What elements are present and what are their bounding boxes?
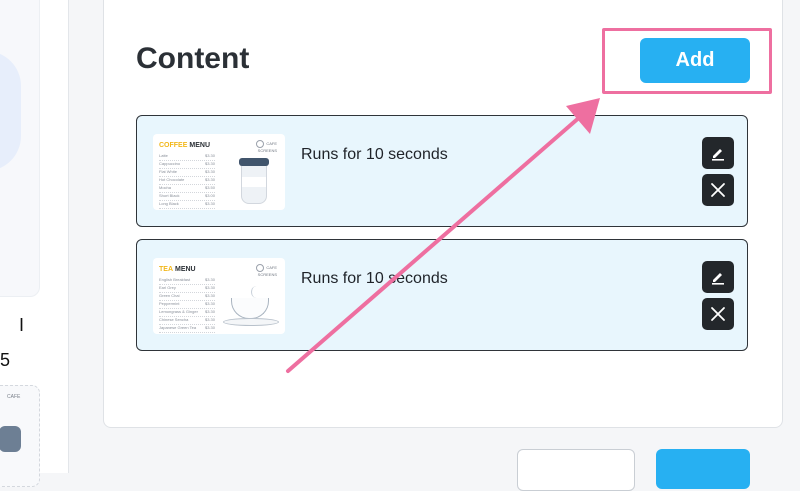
remove-button[interactable] <box>702 174 734 206</box>
sidebar-number: 5 <box>0 350 11 370</box>
preview-brand: CAFE <box>7 394 21 400</box>
thumb-row: Chinese Sencha $3.30 <box>159 317 215 325</box>
close-icon <box>711 307 725 321</box>
thumb-brand: CAFE SCREENS <box>256 140 277 153</box>
thumb-row: Earl Grey $3.30 <box>159 285 215 293</box>
thumb-row: Flat White $3.30 <box>159 169 215 177</box>
thumb-heading: MENU <box>175 266 196 273</box>
steam-illustration <box>251 286 262 298</box>
thumb-row: Peppermint $3.30 <box>159 301 215 309</box>
tea-menu-thumbnail: TEA MENU CAFE SCREENS English Breakfast $3.… <box>153 258 285 334</box>
thumb-menu-list: English Breakfast $3.30 Earl Grey $3.30 Gr… <box>159 277 215 333</box>
highlight-box <box>602 28 772 94</box>
preview-image <box>0 426 21 452</box>
thumb-row: Hot Chocolate $3.30 <box>159 177 215 185</box>
edit-button[interactable] <box>702 137 734 169</box>
thumb-heading: MENU <box>189 142 211 149</box>
coffee-menu-thumbnail: COFFEE MENU CAFE SCREENS Latte $3.30 Cappuc… <box>153 134 285 210</box>
duration-text: Runs for 10 seconds <box>301 270 448 287</box>
section-title: Content <box>136 42 250 75</box>
sidebar-letter: I <box>19 315 25 335</box>
thumb-row: Latte $3.30 <box>159 153 215 161</box>
thumb-row: Long Black $3.30 <box>159 201 215 209</box>
thumb-brand: CAFE SCREENS <box>256 264 277 277</box>
preview-card-top[interactable] <box>0 0 40 297</box>
thumb-row: Cappuccino $3.30 <box>159 161 215 169</box>
teacup-illustration <box>231 298 269 319</box>
content-item: TEA MENU CAFE SCREENS English Breakfast $3.… <box>136 239 748 351</box>
thumb-heading-accent: TEA <box>159 266 173 273</box>
thumb-row: Short Black $3.00 <box>159 193 215 201</box>
content-item: COFFEE MENU CAFE SCREENS Latte $3.30 Cappuc… <box>136 115 748 227</box>
close-icon <box>711 183 725 197</box>
coffee-cup-illustration <box>239 158 269 204</box>
thumb-row: Mocha $3.50 <box>159 185 215 193</box>
edit-icon <box>712 273 724 285</box>
thumb-row: Green Chai $3.30 <box>159 293 215 301</box>
edit-icon <box>712 149 724 161</box>
thumb-menu-list: Latte $3.30 Cappuccino $3.30 Flat White $3.… <box>159 153 215 209</box>
thumb-row: Lemongrass & Ginger $3.30 <box>159 309 215 317</box>
thumb-row: Japanese Green Tea $3.30 <box>159 325 215 333</box>
remove-button[interactable] <box>702 298 734 330</box>
save-button[interactable] <box>656 449 750 489</box>
logo-icon <box>256 264 265 272</box>
thumb-heading-accent: COFFEE <box>159 142 188 149</box>
saucer-illustration <box>223 318 279 326</box>
preview-card-bottom[interactable]: CAFE <box>0 385 40 487</box>
edit-button[interactable] <box>702 261 734 293</box>
duration-text: Runs for 10 seconds <box>301 146 448 163</box>
thumb-row: English Breakfast $3.30 <box>159 277 215 285</box>
left-sidebar: I 5 CAFE <box>0 0 69 487</box>
logo-icon <box>256 140 265 148</box>
cancel-button[interactable] <box>517 449 635 491</box>
